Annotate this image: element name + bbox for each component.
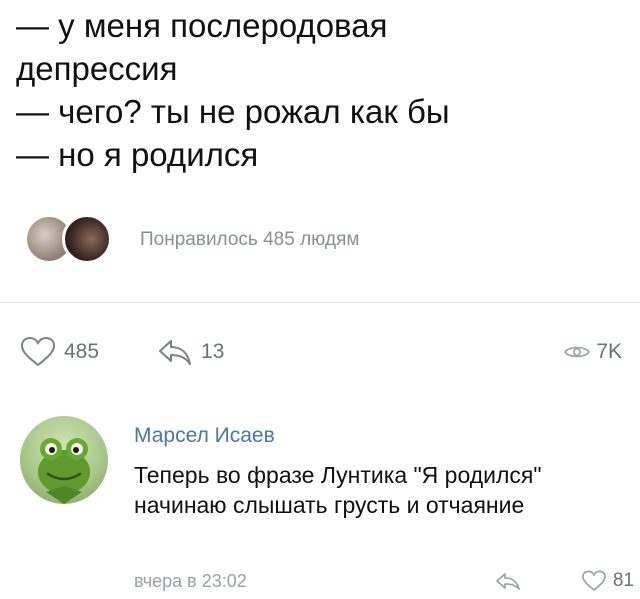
- comment-body: Марсел Исаев Теперь во фразе Лунтика "Я …: [134, 422, 634, 520]
- post-line-4: — но я родился: [16, 136, 259, 173]
- eye-icon: [564, 346, 591, 358]
- comment-author[interactable]: Марсел Исаев: [134, 422, 634, 450]
- post-line-1: — у меня послеродовая: [16, 7, 388, 44]
- post-line-2: депрессия: [16, 50, 178, 87]
- reply-button[interactable]: [495, 571, 521, 591]
- liker-avatar: [62, 214, 112, 264]
- share-button[interactable]: 13: [157, 337, 224, 367]
- post-line-3: — чего? ты не рожал как бы: [16, 93, 450, 130]
- frog-avatar-image: [38, 438, 90, 504]
- comment-footer: вчера в 23:02 81: [134, 566, 634, 596]
- comment-like-count: 81: [612, 570, 634, 591]
- reply-arrow-icon: [496, 573, 520, 590]
- like-count: 485: [64, 340, 100, 363]
- heart-outline-icon: [582, 570, 606, 591]
- views-count: 7K: [596, 340, 622, 363]
- comment-time: вчера в 23:02: [134, 570, 247, 591]
- comment-like-button[interactable]: 81: [581, 570, 634, 592]
- likes-summary-text[interactable]: Понравилось 485 людям: [140, 229, 359, 251]
- likes-summary[interactable]: Понравилось 485 людям: [24, 212, 359, 268]
- post-text: — у меня послеродовая депрессия — чего? …: [16, 4, 616, 176]
- share-count: 13: [201, 340, 225, 363]
- views-indicator: 7K: [564, 340, 622, 364]
- comment-text: Теперь во фразе Лунтика "Я родился" начи…: [134, 462, 542, 518]
- comment-avatar[interactable]: [20, 416, 108, 504]
- like-button[interactable]: 485: [20, 336, 99, 368]
- share-arrow-icon: [159, 340, 192, 365]
- heart-outline-icon: [20, 336, 56, 367]
- divider: [0, 302, 640, 303]
- post-action-bar: 485 13 7K: [20, 330, 622, 374]
- liker-avatars: [24, 212, 120, 268]
